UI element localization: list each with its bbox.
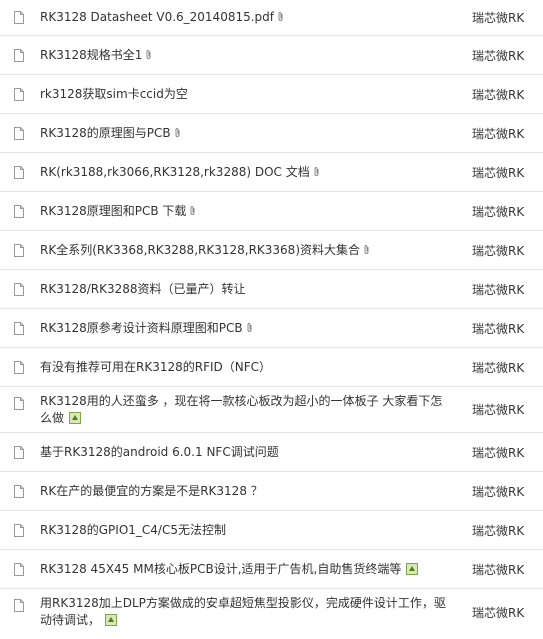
paperclip-icon	[190, 205, 195, 215]
document-icon	[14, 360, 24, 374]
thread-row: RK全系列(RK3368,RK3288,RK3128,RK3368)资料大集合 …	[0, 231, 543, 270]
document-icon	[14, 484, 24, 498]
thread-title-link[interactable]: RK3128 Datasheet V0.6_20140815.pdf	[40, 9, 453, 26]
thread-title-link[interactable]: RK在产的最便宜的方案是不是RK3128 ？	[40, 483, 453, 500]
thread-row: RK(rk3188,rk3066,RK3128,rk3288) DOC 文档 瑞…	[0, 153, 543, 192]
thread-title-link[interactable]: RK3128的原理图与PCB	[40, 125, 453, 142]
thread-title-link[interactable]: RK3128规格书全1	[40, 47, 453, 64]
document-icon	[14, 282, 24, 296]
thread-row: 基于RK3128的android 6.0.1 NFC调试问题 瑞芯微RK	[0, 433, 543, 472]
document-icon	[14, 321, 24, 335]
thread-title-link[interactable]: RK3128用的人还蛮多 ，现在将一款核心板改为超小的一体板子 大家看下怎么做	[40, 393, 453, 427]
thread-row: RK3128用的人还蛮多 ，现在将一款核心板改为超小的一体板子 大家看下怎么做 …	[0, 387, 543, 433]
thread-title-link[interactable]: RK3128原参考设计资料原理图和PCB	[40, 320, 453, 337]
thread-title: RK3128用的人还蛮多 ，现在将一款核心板改为超小的一体板子 大家看下怎么做	[40, 393, 443, 425]
thread-title-link[interactable]: RK(rk3188,rk3066,RK3128,rk3288) DOC 文档	[40, 164, 453, 181]
thread-title: RK3128 45X45 MM核心板PCB设计,适用于广告机,自助售货终端等	[40, 561, 402, 576]
forum-link[interactable]: 瑞芯微RK	[472, 242, 524, 259]
paperclip-icon	[364, 244, 369, 254]
document-icon	[14, 48, 24, 62]
thread-title-link[interactable]: RK全系列(RK3368,RK3288,RK3128,RK3368)资料大集合	[40, 242, 453, 259]
thread-title-link[interactable]: 用RK3128加上DLP方案做成的安卓超短焦型投影仪，完成硬件设计工作，驱动待调…	[40, 595, 453, 629]
thread-title: RK(rk3188,rk3066,RK3128,rk3288) DOC 文档	[40, 164, 310, 179]
document-icon	[14, 599, 24, 612]
document-icon	[14, 562, 24, 576]
thread-row: RK3128原理图和PCB 下载 瑞芯微RK	[0, 192, 543, 231]
thread-row: RK3128的GPIO1_C4/C5无法控制 瑞芯微RK	[0, 511, 543, 550]
document-icon	[14, 243, 24, 257]
thread-title: RK3128的原理图与PCB	[40, 125, 171, 140]
thread-title-link[interactable]: 有没有推荐可用在RK3128的RFID（NFC）	[40, 359, 453, 376]
thread-title: 基于RK3128的android 6.0.1 NFC调试问题	[40, 444, 279, 459]
thread-title: RK全系列(RK3368,RK3288,RK3128,RK3368)资料大集合	[40, 242, 360, 257]
paperclip-icon	[278, 12, 283, 21]
document-icon	[14, 11, 24, 24]
thread-title: RK3128/RK3288资料（已量产）转让	[40, 281, 246, 296]
forum-link[interactable]: 瑞芯微RK	[472, 203, 524, 220]
thread-title-link[interactable]: RK3128原理图和PCB 下载	[40, 203, 453, 220]
thread-row: RK3128 45X45 MM核心板PCB设计,适用于广告机,自助售货终端等 瑞…	[0, 550, 543, 589]
image-icon	[406, 562, 419, 575]
thread-title: rk3128获取sim卡ccid为空	[40, 86, 188, 101]
image-icon	[105, 614, 118, 626]
thread-row: rk3128获取sim卡ccid为空 瑞芯微RK	[0, 75, 543, 114]
thread-row: RK3128原参考设计资料原理图和PCB 瑞芯微RK	[0, 309, 543, 348]
forum-link[interactable]: 瑞芯微RK	[472, 561, 524, 578]
forum-link[interactable]: 瑞芯微RK	[472, 281, 524, 298]
forum-link[interactable]: 瑞芯微RK	[472, 86, 524, 103]
forum-link[interactable]: 瑞芯微RK	[472, 604, 524, 621]
paperclip-icon	[247, 322, 252, 332]
thread-row: RK3128 Datasheet V0.6_20140815.pdf 瑞芯微RK	[0, 0, 543, 36]
forum-link[interactable]: 瑞芯微RK	[472, 164, 524, 181]
thread-row: RK3128/RK3288资料（已量产）转让 瑞芯微RK	[0, 270, 543, 309]
thread-title-link[interactable]: RK3128 45X45 MM核心板PCB设计,适用于广告机,自助售货终端等	[40, 561, 453, 578]
thread-title-link[interactable]: rk3128获取sim卡ccid为空	[40, 86, 453, 103]
forum-link[interactable]: 瑞芯微RK	[472, 320, 524, 337]
document-icon	[14, 445, 24, 459]
thread-title: RK3128的GPIO1_C4/C5无法控制	[40, 522, 226, 537]
forum-link[interactable]: 瑞芯微RK	[472, 359, 524, 376]
thread-list: RK3128 Datasheet V0.6_20140815.pdf 瑞芯微RK…	[0, 0, 543, 635]
thread-title: RK在产的最便宜的方案是不是RK3128 ？	[40, 483, 263, 498]
thread-row: RK在产的最便宜的方案是不是RK3128 ？ 瑞芯微RK	[0, 472, 543, 511]
thread-title: RK3128原理图和PCB 下载	[40, 203, 187, 218]
forum-link[interactable]: 瑞芯微RK	[472, 47, 524, 64]
document-icon	[14, 126, 24, 140]
forum-link[interactable]: 瑞芯微RK	[472, 483, 524, 500]
thread-title: RK3128原参考设计资料原理图和PCB	[40, 320, 243, 335]
thread-row: RK3128规格书全1 瑞芯微RK	[0, 36, 543, 75]
thread-title-link[interactable]: RK3128的GPIO1_C4/C5无法控制	[40, 522, 453, 539]
thread-title: 用RK3128加上DLP方案做成的安卓超短焦型投影仪，完成硬件设计工作，驱动待调…	[40, 596, 446, 627]
thread-row: 有没有推荐可用在RK3128的RFID（NFC） 瑞芯微RK	[0, 348, 543, 387]
forum-link[interactable]: 瑞芯微RK	[472, 522, 524, 539]
document-icon	[14, 165, 24, 179]
document-icon	[14, 523, 24, 537]
image-icon	[69, 411, 82, 424]
forum-link[interactable]: 瑞芯微RK	[472, 444, 524, 461]
thread-title: RK3128规格书全1	[40, 47, 143, 62]
thread-title-link[interactable]: RK3128/RK3288资料（已量产）转让	[40, 281, 453, 298]
thread-title: RK3128 Datasheet V0.6_20140815.pdf	[40, 10, 274, 24]
paperclip-icon	[175, 127, 180, 137]
paperclip-icon	[314, 166, 319, 176]
thread-row: 用RK3128加上DLP方案做成的安卓超短焦型投影仪，完成硬件设计工作，驱动待调…	[0, 589, 543, 635]
thread-row: RK3128的原理图与PCB 瑞芯微RK	[0, 114, 543, 153]
thread-title-link[interactable]: 基于RK3128的android 6.0.1 NFC调试问题	[40, 444, 453, 461]
thread-title: 有没有推荐可用在RK3128的RFID（NFC）	[40, 359, 272, 374]
forum-link[interactable]: 瑞芯微RK	[472, 401, 524, 418]
forum-link[interactable]: 瑞芯微RK	[472, 125, 524, 142]
document-icon	[14, 87, 24, 101]
forum-link[interactable]: 瑞芯微RK	[472, 9, 524, 26]
document-icon	[14, 204, 24, 218]
document-icon	[14, 397, 24, 410]
paperclip-icon	[146, 49, 151, 59]
